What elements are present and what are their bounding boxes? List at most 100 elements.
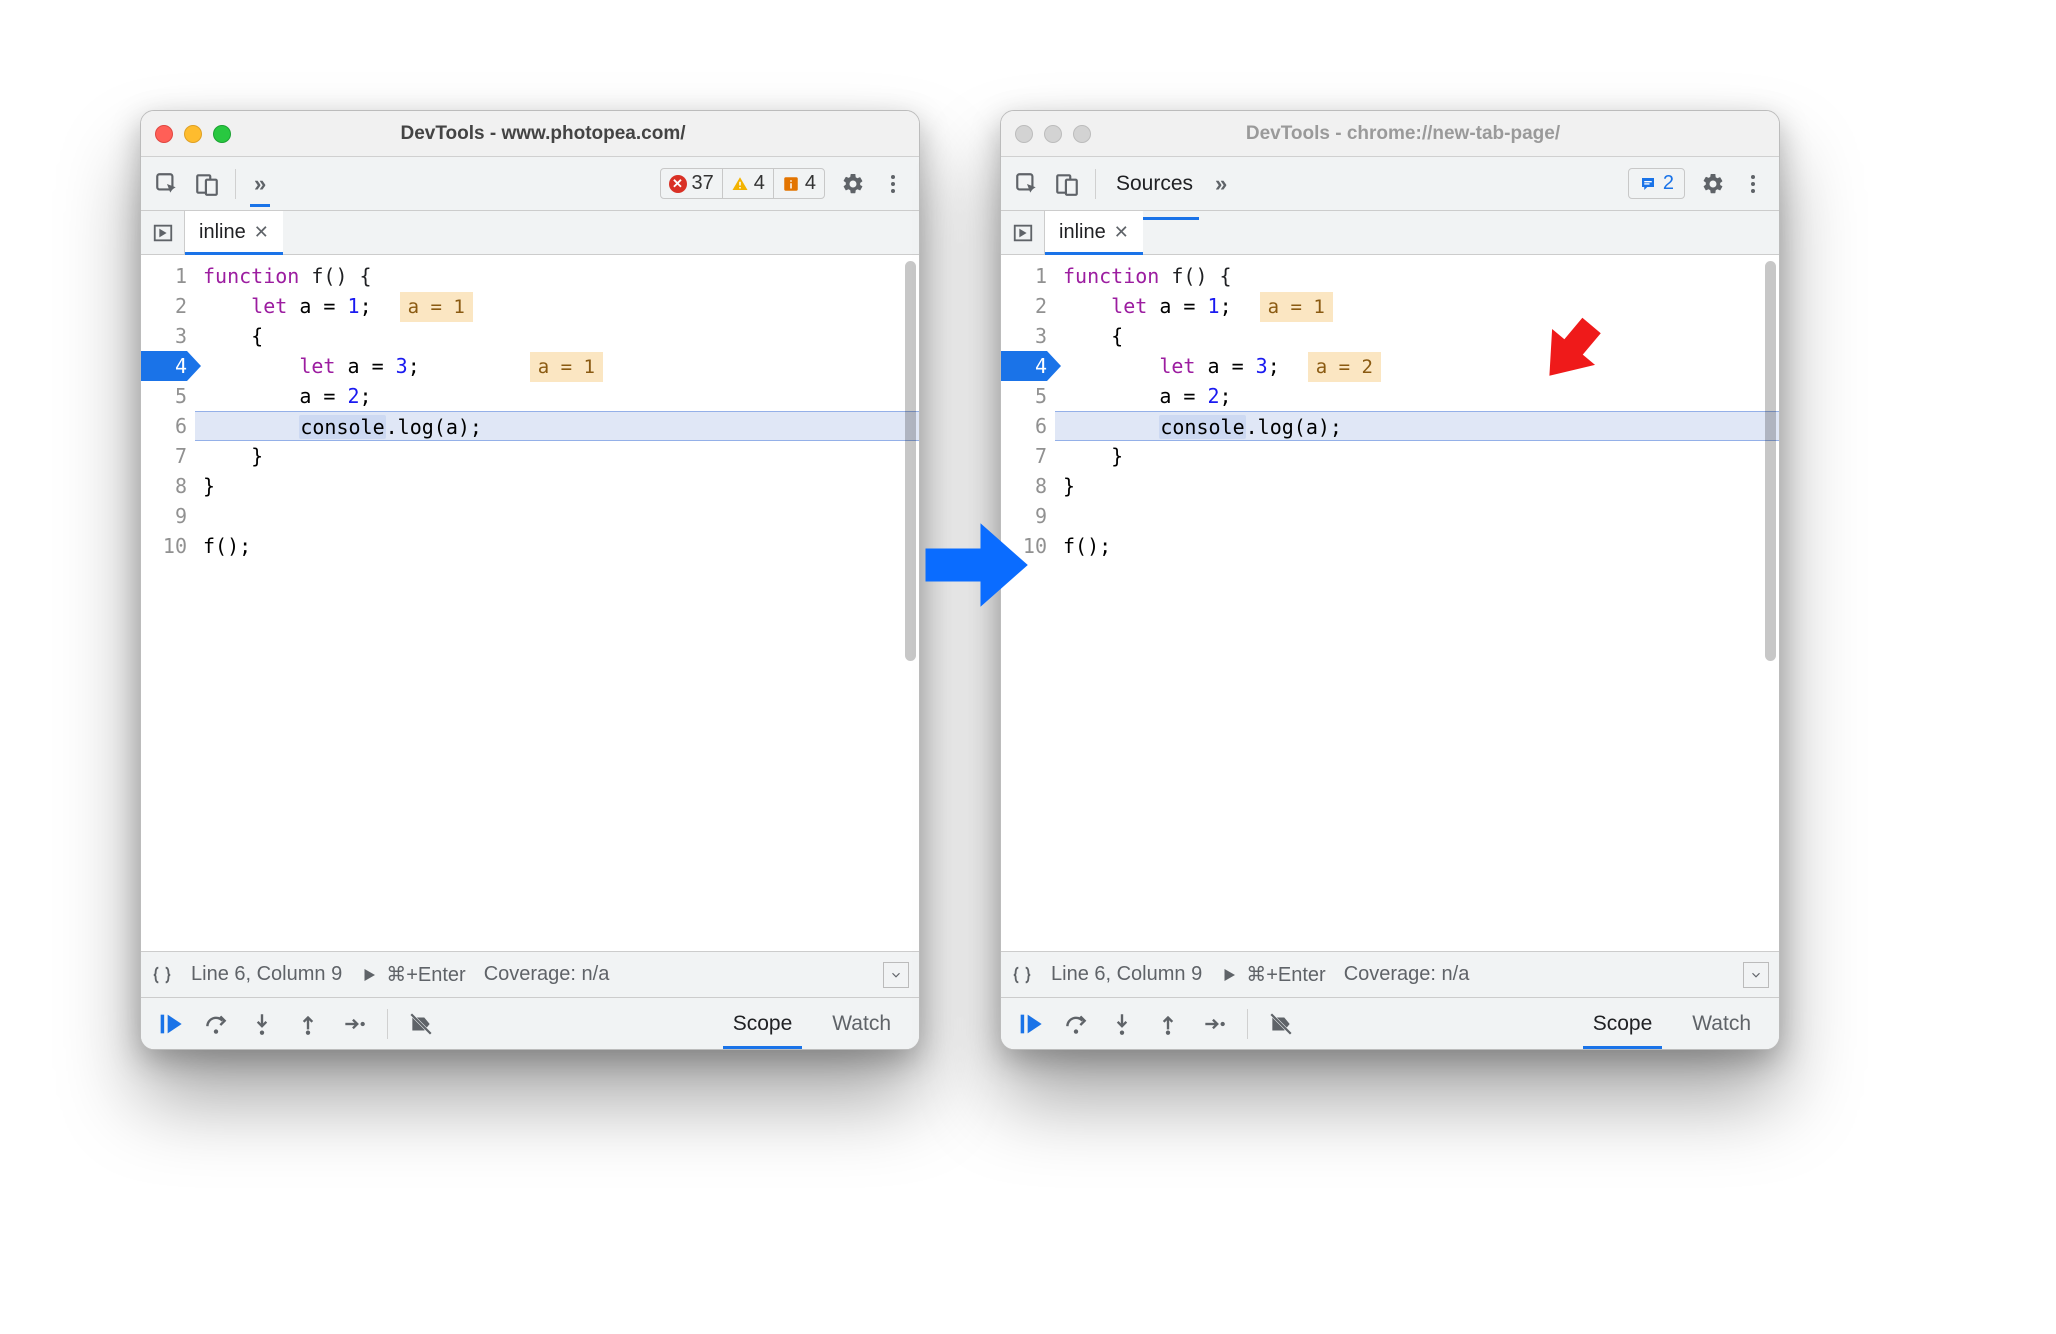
tab-sources[interactable]: Sources — [1106, 157, 1203, 210]
errors-count: 37 — [692, 172, 714, 195]
deactivate-breakpoints-icon[interactable] — [1260, 1003, 1302, 1045]
resume-icon[interactable] — [149, 1003, 191, 1045]
pretty-print-icon[interactable] — [151, 964, 173, 986]
minimize-window-button[interactable] — [184, 125, 202, 143]
panel-overflow-icon[interactable]: » — [1207, 171, 1235, 197]
code-editor[interactable]: 1 2 3 4 5 6 7 8 9 10 function f() { let … — [141, 255, 919, 951]
minimize-window-button[interactable] — [1044, 125, 1062, 143]
tab-watch[interactable]: Watch — [812, 998, 911, 1049]
maximize-window-button[interactable] — [213, 125, 231, 143]
warnings-count: 4 — [754, 172, 765, 195]
close-window-button[interactable] — [155, 125, 173, 143]
device-toggle-icon[interactable] — [189, 166, 225, 202]
line-number[interactable]: 6 — [141, 411, 187, 441]
separator — [1247, 1009, 1248, 1039]
console-badges[interactable]: ✕ 37 4 4 — [660, 168, 826, 199]
file-tab-label: inline — [1059, 221, 1106, 244]
titlebar[interactable]: DevTools - www.photopea.com/ — [141, 111, 919, 157]
line-number[interactable]: 8 — [141, 471, 187, 501]
line-number[interactable]: 5 — [141, 381, 187, 411]
line-gutter[interactable]: 1 2 3 4 5 6 7 8 9 10 — [141, 255, 195, 951]
step-into-icon[interactable] — [1101, 1003, 1143, 1045]
status-dropdown-icon[interactable] — [883, 962, 909, 988]
file-tabs: inline ✕ — [141, 211, 919, 255]
warnings-badge[interactable]: 4 — [722, 169, 773, 198]
run-snippet[interactable]: ⌘+Enter — [360, 962, 465, 987]
line-number[interactable]: 7 — [141, 441, 187, 471]
step-icon[interactable] — [1193, 1003, 1235, 1045]
debug-toolbar: Scope Watch — [1001, 997, 1779, 1049]
step-icon[interactable] — [333, 1003, 375, 1045]
inspect-icon[interactable] — [149, 166, 185, 202]
file-tab-inline[interactable]: inline ✕ — [1045, 211, 1143, 254]
devtools-window-left: DevTools - www.photopea.com/ » ✕ 37 4 — [140, 110, 920, 1050]
step-over-icon[interactable] — [1055, 1003, 1097, 1045]
navigator-toggle-icon[interactable] — [141, 211, 185, 254]
step-over-icon[interactable] — [195, 1003, 237, 1045]
inline-value: a = 1 — [400, 292, 473, 322]
panel-overflow-icon[interactable]: » — [246, 171, 274, 197]
line-number[interactable]: 2 — [1001, 291, 1047, 321]
debug-side-tabs: Scope Watch — [713, 998, 911, 1049]
close-icon[interactable]: ✕ — [254, 222, 269, 243]
cursor-position[interactable]: Line 6, Column 9 — [1051, 963, 1202, 986]
line-number[interactable]: 3 — [1001, 321, 1047, 351]
traffic-lights — [1015, 125, 1091, 143]
line-number[interactable]: 3 — [141, 321, 187, 351]
info-icon — [782, 175, 800, 193]
status-dropdown-icon[interactable] — [1743, 962, 1769, 988]
file-tabs: inline ✕ — [1001, 211, 1779, 255]
more-menu-icon[interactable] — [1735, 166, 1771, 202]
line-number[interactable]: 8 — [1001, 471, 1047, 501]
step-out-icon[interactable] — [287, 1003, 329, 1045]
line-number[interactable]: 5 — [1001, 381, 1047, 411]
navigator-toggle-icon[interactable] — [1001, 211, 1045, 254]
inline-value: a = 2 — [1308, 352, 1381, 382]
coverage-label[interactable]: Coverage: n/a — [1344, 963, 1470, 986]
errors-badge[interactable]: ✕ 37 — [661, 169, 722, 198]
separator — [1095, 169, 1096, 199]
run-snippet[interactable]: ⌘+Enter — [1220, 962, 1325, 987]
info-badge[interactable]: 4 — [773, 169, 824, 198]
inspect-icon[interactable] — [1009, 166, 1045, 202]
separator — [387, 1009, 388, 1039]
error-icon: ✕ — [669, 175, 687, 193]
pretty-print-icon[interactable] — [1011, 964, 1033, 986]
code-editor[interactable]: 1 2 3 4 5 6 7 8 9 10 function f() { let … — [1001, 255, 1779, 951]
messages-count: 2 — [1663, 172, 1674, 195]
file-tab-inline[interactable]: inline ✕ — [185, 211, 283, 254]
code-area[interactable]: function f() { let a = 1;a = 1 { let a =… — [1055, 255, 1779, 951]
tab-scope[interactable]: Scope — [713, 998, 813, 1049]
settings-icon[interactable] — [1695, 166, 1731, 202]
line-number-exec[interactable]: 4 — [1001, 351, 1047, 381]
step-out-icon[interactable] — [1147, 1003, 1189, 1045]
traffic-lights — [155, 125, 231, 143]
device-toggle-icon[interactable] — [1049, 166, 1085, 202]
line-number[interactable]: 2 — [141, 291, 187, 321]
line-number[interactable]: 9 — [141, 501, 187, 531]
line-number-exec[interactable]: 4 — [141, 351, 187, 381]
step-into-icon[interactable] — [241, 1003, 283, 1045]
cursor-position[interactable]: Line 6, Column 9 — [191, 963, 342, 986]
resume-icon[interactable] — [1009, 1003, 1051, 1045]
close-icon[interactable]: ✕ — [1114, 222, 1129, 243]
close-window-button[interactable] — [1015, 125, 1033, 143]
line-number[interactable]: 6 — [1001, 411, 1047, 441]
line-number[interactable]: 1 — [1001, 261, 1047, 291]
scrollbar[interactable] — [1765, 261, 1776, 661]
code-area[interactable]: function f() { let a = 1;a = 1 { let a =… — [195, 255, 919, 951]
tab-scope[interactable]: Scope — [1573, 998, 1673, 1049]
coverage-label[interactable]: Coverage: n/a — [484, 963, 610, 986]
tab-watch[interactable]: Watch — [1672, 998, 1771, 1049]
line-number[interactable]: 1 — [141, 261, 187, 291]
messages-badge[interactable]: 2 — [1628, 168, 1685, 199]
settings-icon[interactable] — [835, 166, 871, 202]
scrollbar[interactable] — [905, 261, 916, 661]
line-number[interactable]: 7 — [1001, 441, 1047, 471]
separator — [235, 169, 236, 199]
more-menu-icon[interactable] — [875, 166, 911, 202]
maximize-window-button[interactable] — [1073, 125, 1091, 143]
line-number[interactable]: 10 — [141, 531, 187, 561]
titlebar[interactable]: DevTools - chrome://new-tab-page/ — [1001, 111, 1779, 157]
deactivate-breakpoints-icon[interactable] — [400, 1003, 442, 1045]
